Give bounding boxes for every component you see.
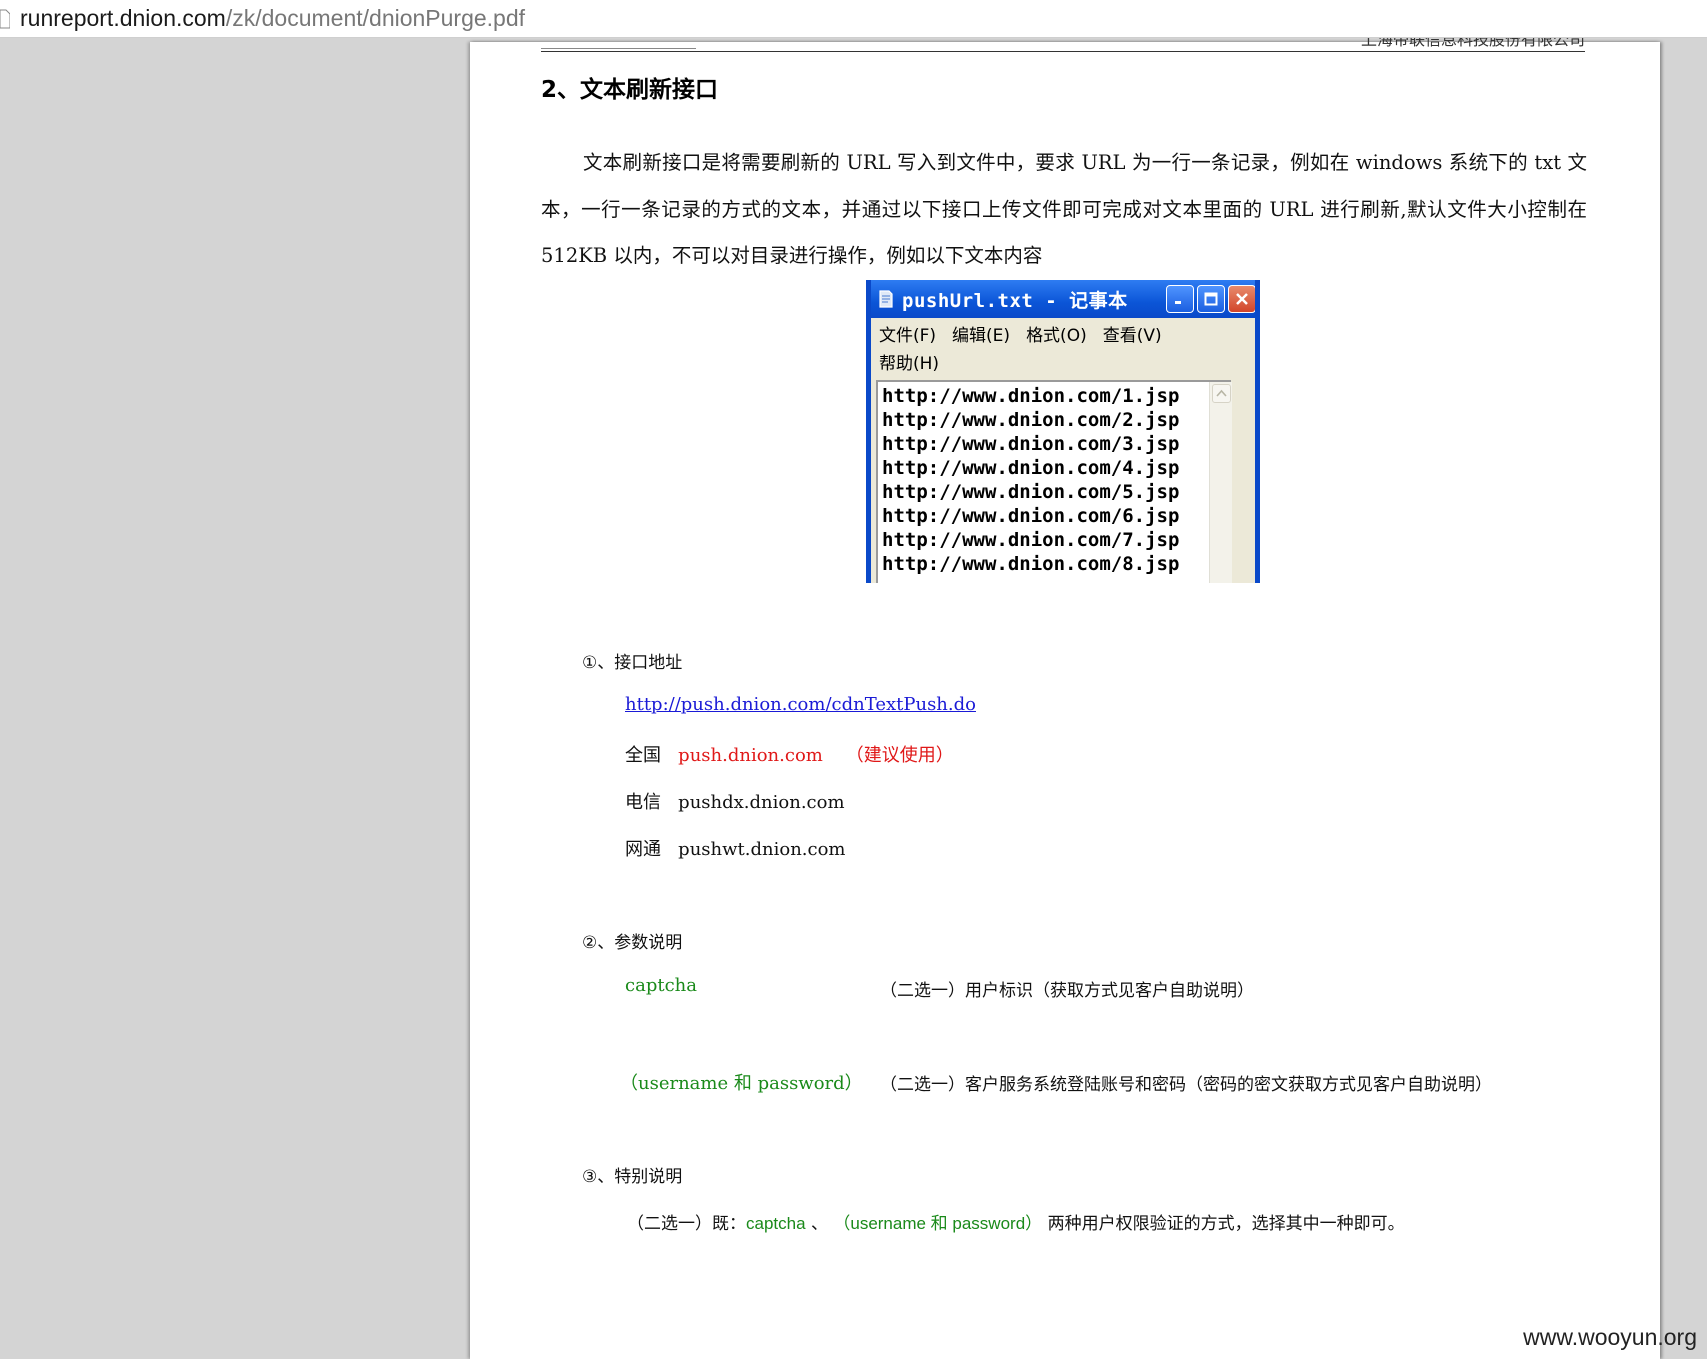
header-rule	[541, 51, 1585, 52]
url-line: http://www.dnion.com/3.jsp	[882, 433, 1180, 455]
row-label: 全国	[625, 745, 661, 766]
notepad-title: pushUrl.txt - 记事本	[902, 289, 1128, 312]
note-suffix: 两种用户权限验证的方式，选择其中一种即可。	[1042, 1214, 1405, 1234]
note-prefix: （二选一）既：	[627, 1214, 746, 1234]
url-line: http://www.dnion.com/8.jsp	[882, 553, 1180, 575]
notepad-icon	[878, 289, 894, 309]
url-host: runreport.dnion.com	[20, 5, 226, 31]
row-label: 电信	[625, 792, 661, 813]
url-line: http://www.dnion.com/2.jsp	[882, 409, 1180, 431]
row-host: pushdx.dnion.com	[678, 792, 845, 813]
row-netcom: 网通 pushwt.dnion.com	[625, 835, 846, 861]
minimize-icon	[1166, 285, 1194, 313]
param-name: captcha	[625, 975, 697, 996]
menu-help: 帮助(H)	[879, 354, 940, 374]
note-username-password: （username 和 password）	[833, 1214, 1043, 1233]
url-path: /zk/document/dnionPurge.pdf	[225, 5, 526, 31]
note-sep: 、	[805, 1214, 834, 1234]
section-title: 2、文本刷新接口	[541, 77, 719, 103]
row-national: 全国 push.dnion.com （建议使用）	[625, 741, 954, 767]
item1-heading: ①、接口地址	[582, 653, 683, 673]
param-name: （username 和 password）	[620, 1073, 863, 1094]
menu-edit: 编辑(E)	[952, 326, 1011, 346]
header-company: 上海帝联信息科技股份有限公司	[1360, 38, 1585, 49]
menu-format: 格式(O)	[1026, 326, 1087, 346]
watermark: www.wooyun.org	[1523, 1324, 1697, 1350]
note-captcha: captcha	[746, 1214, 806, 1233]
maximize-icon	[1197, 285, 1225, 313]
row-telecom: 电信 pushdx.dnion.com	[625, 788, 845, 814]
url-line: http://www.dnion.com/6.jsp	[882, 505, 1180, 527]
item2-heading: ②、参数说明	[582, 933, 683, 953]
close-icon	[1228, 285, 1255, 313]
page-icon	[0, 9, 10, 29]
notepad-scrollbar	[1209, 382, 1232, 583]
menu-file: 文件(F)	[879, 326, 937, 346]
address-bar[interactable]: runreport.dnion.com/zk/document/dnionPur…	[0, 0, 1707, 38]
row-host: pushwt.dnion.com	[678, 839, 846, 860]
notepad-titlebar: pushUrl.txt - 记事本	[871, 280, 1255, 318]
notepad-menubar: 文件(F) 编辑(E) 格式(O) 查看(V) 帮助(H)	[871, 318, 1255, 378]
url-text[interactable]: runreport.dnion.com/zk/document/dnionPur…	[20, 5, 525, 32]
url-line: http://www.dnion.com/1.jsp	[882, 385, 1180, 407]
special-note: （二选一）既：captcha 、 （username 和 password） 两…	[627, 1209, 1405, 1234]
recommend-note: （建议使用）	[845, 745, 954, 766]
notepad-editor: http://www.dnion.com/1.jsp http://www.dn…	[876, 380, 1232, 583]
item3-heading: ③、特别说明	[582, 1167, 683, 1187]
url-line: http://www.dnion.com/4.jsp	[882, 457, 1180, 479]
url-line: http://www.dnion.com/7.jsp	[882, 529, 1180, 551]
notepad-window: pushUrl.txt - 记事本 文件(F) 编辑(E) 格式(O) 查看(V) 帮…	[866, 280, 1260, 583]
param-desc: （二选一）客户服务系统登陆账号和密码（密码的密文获取方式见客户自助说明）	[880, 1075, 1492, 1095]
header-rule-thin	[541, 48, 696, 49]
row-host: push.dnion.com	[678, 745, 823, 766]
param-desc: （二选一）用户标识（获取方式见客户自助说明）	[880, 981, 1254, 1001]
url-line: http://www.dnion.com/5.jsp	[882, 481, 1180, 503]
intro-paragraph: 文本刷新接口是将需要刷新的 URL 写入到文件中，要求 URL 为一行一条记录，…	[541, 151, 1587, 267]
api-link[interactable]: http://push.dnion.com/cdnTextPush.do	[625, 694, 976, 715]
row-label: 网通	[625, 839, 661, 860]
menu-view: 查看(V)	[1102, 326, 1162, 346]
scroll-up-icon	[1212, 384, 1231, 403]
